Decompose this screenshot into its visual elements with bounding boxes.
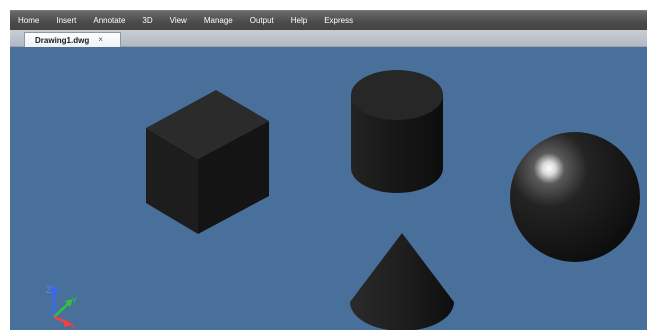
sphere-solid[interactable]	[510, 132, 640, 262]
menu-annotate[interactable]: Annotate	[85, 11, 134, 31]
menu-view[interactable]: View	[161, 11, 195, 31]
cone-solid[interactable]	[350, 233, 454, 330]
menu-3d[interactable]: 3D	[134, 11, 161, 31]
document-tab-strip: Drawing1.dwg ×	[10, 30, 647, 47]
menu-home[interactable]: Home	[10, 11, 48, 31]
drawing-viewport[interactable]: Z Y X	[10, 47, 647, 330]
close-icon[interactable]: ×	[98, 36, 103, 44]
ucs-x-label: X	[70, 322, 76, 330]
menu-output[interactable]: Output	[241, 11, 282, 31]
ucs-z-label: Z	[46, 285, 52, 295]
menu-help[interactable]: Help	[282, 11, 315, 31]
tab-drawing1[interactable]: Drawing1.dwg ×	[24, 32, 121, 47]
menu-bar: Home Insert Annotate 3D View Manage Outp…	[10, 10, 647, 30]
menu-express[interactable]: Express	[316, 11, 362, 31]
ucs-icon: Z Y X	[46, 285, 78, 330]
menu-insert[interactable]: Insert	[48, 11, 85, 31]
menu-manage[interactable]: Manage	[195, 11, 241, 31]
tab-label: Drawing1.dwg	[35, 35, 90, 45]
cylinder-solid[interactable]	[351, 70, 443, 193]
box-solid[interactable]	[146, 90, 269, 234]
ucs-y-label: Y	[72, 296, 78, 305]
